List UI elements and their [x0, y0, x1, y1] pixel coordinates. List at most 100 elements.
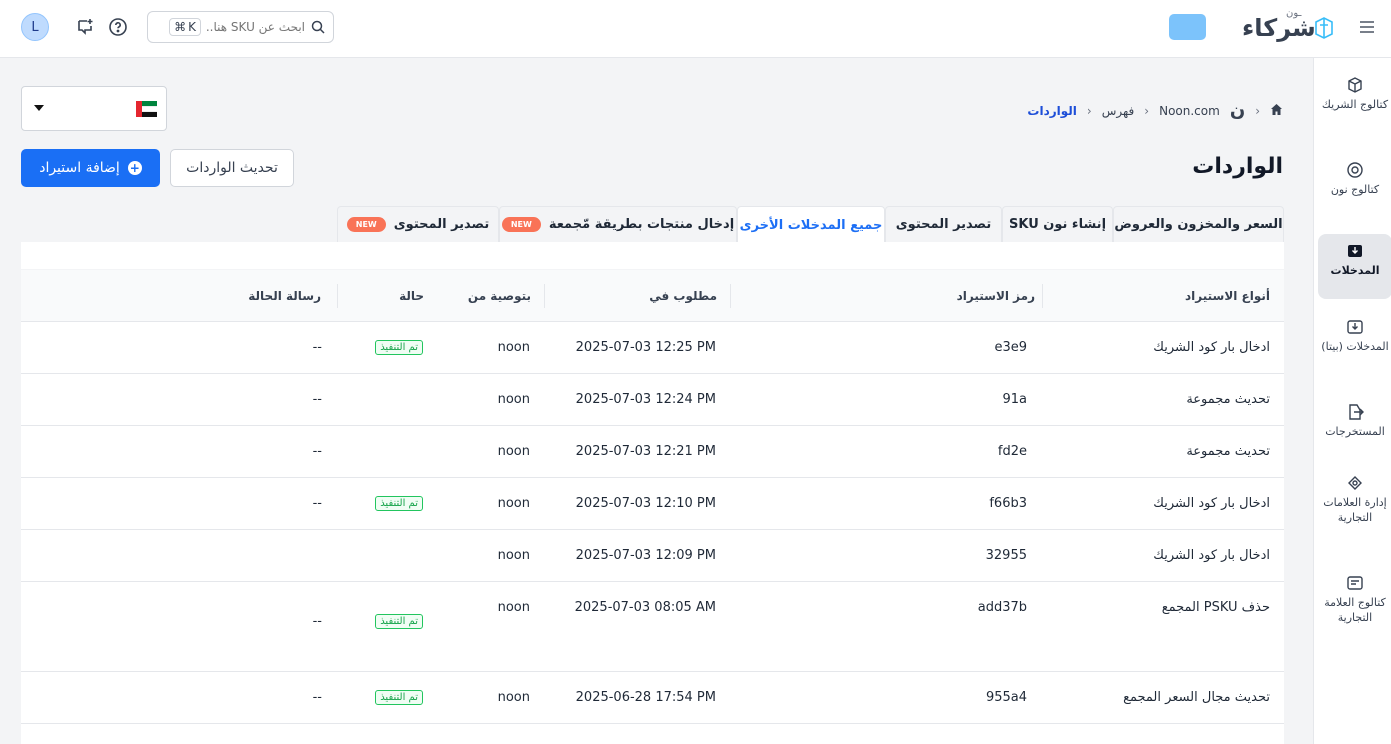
breadcrumb: ‹ ن Noon.com ‹ فهرس ‹ الواردات — [1027, 100, 1283, 121]
row-by: noon — [497, 444, 530, 459]
row-code: 91a — [1002, 392, 1027, 407]
main-content: ‹ ن Noon.com ‹ فهرس ‹ الواردات الواردات … — [0, 58, 1313, 744]
tab-all-other-imports[interactable]: جميع المدخلات الأخرى — [737, 206, 885, 243]
row-by: noon — [497, 392, 530, 407]
status-badge: تم التنفيذ — [375, 340, 423, 355]
tab-create-sku[interactable]: إنشاء نون SKU — [1002, 206, 1113, 242]
chevron-left-icon: ‹ — [1086, 103, 1092, 118]
header-import-type: أنواع الاستيراد — [1184, 289, 1270, 303]
row-message: -- — [312, 392, 322, 407]
country-select[interactable] — [21, 86, 167, 131]
row-date: 2025-07-03 12:21 PM — [575, 444, 716, 459]
table-row[interactable]: ادخال بار كود الشريك e3e9 2025-07-03 12:… — [21, 322, 1284, 374]
sidebar-item-noon-catalog[interactable]: كتالوج نون — [1318, 153, 1391, 223]
user-avatar[interactable]: L — [21, 13, 49, 41]
sidebar-item-partner-catalog[interactable]: كتالوج الشريك — [1318, 68, 1391, 138]
row-by: noon — [497, 600, 530, 615]
command-key-icon: ⌘ — [174, 20, 187, 34]
status-badge: تم التنفيذ — [375, 614, 423, 629]
inbox-beta-icon — [1346, 318, 1364, 336]
help-icon[interactable] — [107, 16, 129, 38]
header-requested-by: بتوصية من — [467, 289, 531, 303]
breadcrumb-index[interactable]: فهرس — [1102, 104, 1135, 118]
table-row[interactable]: حذف PSKU المجمع add37b 2025-07-03 08:05 … — [21, 582, 1284, 672]
uae-flag-icon — [136, 101, 157, 117]
sidebar-item-label: كتالوج العلامة التجارية — [1324, 596, 1386, 624]
tab-export-content[interactable]: تصدير المحتوى — [885, 206, 1002, 242]
table-row[interactable]: تحديث مجال السعر المجمع 955a4 2025-06-28… — [21, 672, 1284, 724]
plus-circle-icon: + — [127, 161, 142, 175]
sidebar-item-brand-management[interactable]: إدارة العلامات التجارية — [1318, 466, 1391, 546]
row-type: حذف PSKU المجمع — [1161, 600, 1270, 615]
table-header: أنواع الاستيراد رمز الاستيراد مطلوب في ب… — [21, 270, 1284, 322]
tab-export-content-new[interactable]: تصدير المحتوى NEW — [337, 206, 499, 242]
row-code: 32955 — [985, 548, 1027, 563]
row-code: e3e9 — [994, 340, 1027, 355]
table-row[interactable]: ادخال بار كود الشريك f66b3 2025-07-03 12… — [21, 478, 1284, 530]
row-type: ادخال بار كود الشريك — [1153, 496, 1270, 511]
row-type: ادخال بار كود الشريك — [1153, 548, 1270, 563]
home-icon[interactable] — [1270, 103, 1283, 119]
logo-text: شركاء — [1242, 14, 1317, 42]
status-badge: تم التنفيذ — [375, 496, 423, 511]
sidebar-item-exports[interactable]: المستخرجات — [1318, 395, 1391, 450]
header-status: حالة — [399, 289, 424, 303]
row-message: -- — [312, 340, 322, 355]
row-type: ادخال بار كود الشريك — [1153, 340, 1270, 355]
sidebar-item-label: المستخرجات — [1325, 425, 1385, 438]
row-message: -- — [312, 496, 322, 511]
table-row-partial — [21, 724, 1284, 744]
header-import-code: رمز الاستيراد — [956, 289, 1035, 303]
sidebar-item-label: المدخلات — [1330, 264, 1380, 277]
sidebar-item-imports-beta[interactable]: المدخلات (بيتا) — [1318, 310, 1391, 380]
sidebar-item-imports[interactable]: المدخلات — [1318, 234, 1391, 299]
row-message: -- — [312, 444, 322, 459]
tab-bulk-input[interactable]: إدخال منتجات بطريقة مّجمعة NEW — [499, 206, 737, 242]
row-date: 2025-07-03 12:25 PM — [575, 340, 716, 355]
refresh-imports-button[interactable]: تحديث الواردات — [170, 149, 294, 187]
breadcrumb-site[interactable]: Noon.com — [1159, 104, 1220, 118]
top-header: L ⌘ K ـون شركاء — [0, 0, 1391, 58]
header-requested-at: مطلوب في — [649, 289, 717, 303]
page-title: الواردات — [1192, 154, 1283, 179]
row-code: add37b — [977, 600, 1027, 615]
sidebar-item-label: إدارة العلامات التجارية — [1323, 496, 1387, 524]
box-icon — [1346, 76, 1364, 94]
tabs: السعر والمخزون والعروض إنشاء نون SKU تصد… — [337, 206, 1284, 243]
table-row[interactable]: تحديث مجموعة 91a 2025-07-03 12:24 PM noo… — [21, 374, 1284, 426]
row-type: تحديث مجموعة — [1186, 444, 1270, 459]
row-by: noon — [497, 548, 530, 563]
hamburger-menu-icon[interactable] — [1358, 18, 1376, 36]
row-code: fd2e — [997, 444, 1027, 459]
store-switcher[interactable] — [1169, 14, 1206, 40]
chevron-down-icon — [34, 105, 44, 111]
breadcrumb-current: الواردات — [1027, 103, 1077, 118]
tab-price-stock[interactable]: السعر والمخزون والعروض — [1113, 206, 1284, 242]
export-icon — [1346, 403, 1364, 421]
brand-catalog-icon — [1346, 574, 1364, 592]
noon-catalog-icon — [1346, 161, 1364, 179]
brand-icon — [1346, 474, 1364, 492]
status-badge: تم التنفيذ — [375, 690, 423, 705]
table-row[interactable]: ادخال بار كود الشريك 32955 2025-07-03 12… — [21, 530, 1284, 582]
row-date: 2025-07-03 08:05 AM — [574, 600, 716, 615]
row-date: 2025-07-03 12:24 PM — [575, 392, 716, 407]
search-icon — [311, 20, 325, 34]
add-import-label: إضافة استيراد — [39, 160, 120, 176]
partners-logo[interactable]: ـون شركاء — [1240, 8, 1340, 48]
table-row[interactable]: تحديث مجموعة fd2e 2025-07-03 12:21 PM no… — [21, 426, 1284, 478]
breadcrumb-noon[interactable]: ن — [1230, 100, 1245, 121]
search-input[interactable] — [205, 20, 305, 34]
imports-table: أنواع الاستيراد رمز الاستيراد مطلوب في ب… — [21, 242, 1284, 744]
row-by: noon — [497, 496, 530, 511]
add-import-button[interactable]: + إضافة استيراد — [21, 149, 160, 187]
sidebar-item-brand-catalog[interactable]: كتالوج العلامة التجارية — [1318, 566, 1391, 646]
sidebar: كتالوج الشريك كتالوج نون المدخلات المدخل… — [1313, 58, 1391, 744]
search-shortcut: ⌘ K — [169, 18, 201, 36]
inbox-icon — [1346, 242, 1364, 260]
sku-search-box[interactable]: ⌘ K — [147, 11, 334, 43]
row-message: -- — [312, 690, 322, 705]
row-date: 2025-07-03 12:09 PM — [575, 548, 716, 563]
row-date: 2025-07-03 12:10 PM — [575, 496, 716, 511]
feedback-icon[interactable] — [74, 16, 96, 38]
